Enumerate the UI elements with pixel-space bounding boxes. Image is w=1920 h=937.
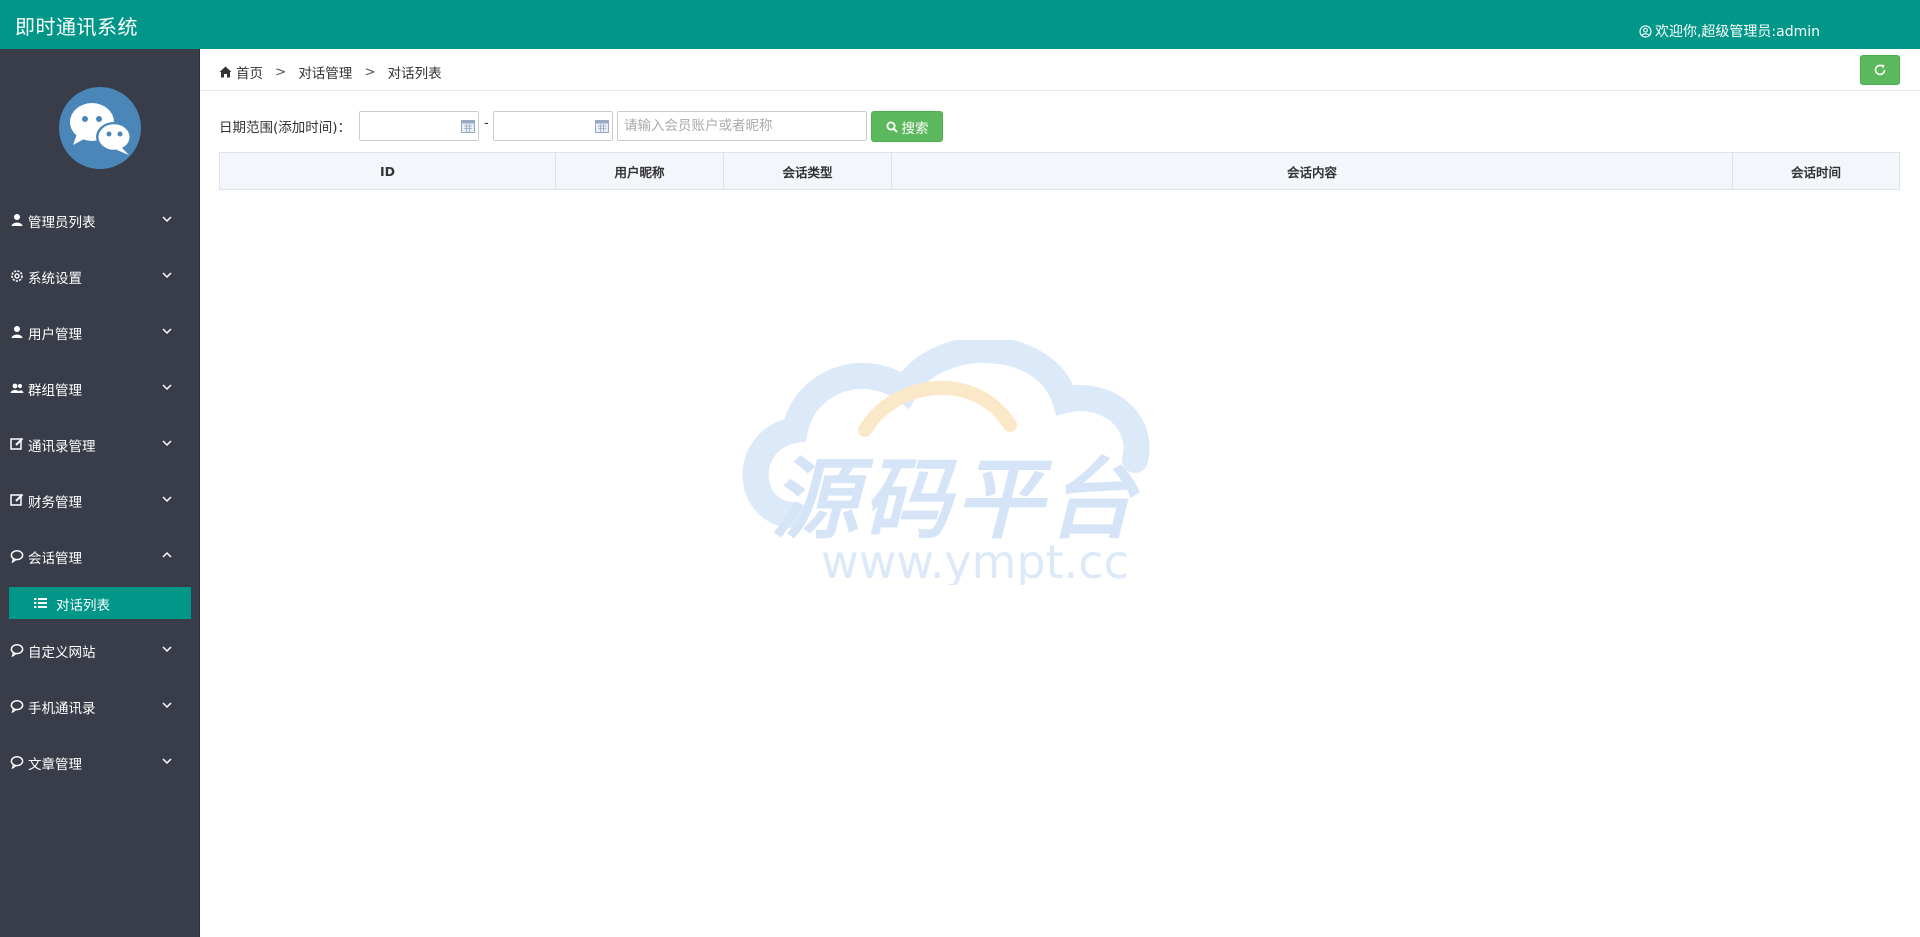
breadcrumb-separator: >	[364, 64, 376, 80]
table-header-row: ID 用户昵称 会话类型 会话内容 会话时间	[219, 152, 1900, 190]
home-icon	[219, 66, 232, 78]
column-header-nickname[interactable]: 用户昵称	[555, 152, 724, 190]
sidebar-item-label: 手机通讯录	[28, 701, 96, 717]
breadcrumb-item-home[interactable]: 首页	[236, 62, 263, 82]
chevron-down-icon	[162, 328, 172, 335]
sidebar-item-session-management[interactable]: 会话管理	[0, 536, 199, 576]
sidebar-item-custom-website[interactable]: 自定义网站	[0, 630, 199, 670]
sidebar-item-label: 通讯录管理	[28, 439, 96, 455]
breadcrumb: 首页 > 对话管理 > 对话列表	[219, 62, 442, 82]
column-header-session-time[interactable]: 会话时间	[1732, 152, 1900, 190]
sidebar-item-label: 自定义网站	[28, 645, 96, 661]
column-header-session-type[interactable]: 会话类型	[723, 152, 892, 190]
breadcrumb-item[interactable]: 对话管理	[298, 62, 352, 82]
column-header-session-content[interactable]: 会话内容	[891, 152, 1733, 190]
chevron-down-icon	[162, 758, 172, 765]
chevron-up-icon	[162, 551, 172, 558]
chevron-down-icon	[162, 702, 172, 709]
sidebar-item-group-management[interactable]: 群组管理	[0, 368, 199, 408]
user-icon	[11, 214, 23, 226]
chat-bubbles-icon	[59, 87, 141, 169]
column-header-id[interactable]: ID	[219, 152, 556, 190]
top-header: 即时通讯系统 欢迎你,超级管理员:admin	[0, 0, 1920, 49]
welcome-text: 欢迎你,超级管理员:admin	[1654, 24, 1820, 40]
sidebar-subitem-conversation-list[interactable]: 对话列表	[9, 587, 191, 619]
watermark-url: www.ympt.cc	[821, 535, 1129, 585]
sidebar-item-label: 文章管理	[28, 757, 82, 773]
comment-icon	[10, 756, 24, 769]
search-input[interactable]	[617, 111, 867, 141]
chevron-down-icon	[162, 216, 172, 223]
sidebar-subitem-label: 对话列表	[56, 598, 110, 614]
search-icon	[886, 121, 898, 133]
date-range-label: 日期范围(添加时间)：	[219, 120, 352, 136]
comment-icon	[10, 550, 24, 563]
sidebar-item-user-management[interactable]: 用户管理	[0, 312, 199, 352]
comment-icon	[10, 644, 24, 657]
sidebar-item-finance-management[interactable]: 财务管理	[0, 480, 199, 520]
watermark-logo: 源码平台 www.ympt.cc	[742, 340, 1150, 585]
sidebar-item-label: 群组管理	[28, 383, 82, 399]
sidebar-item-label: 财务管理	[28, 495, 82, 511]
refresh-icon	[1874, 64, 1886, 76]
sidebar-item-contacts-management[interactable]: 通讯录管理	[0, 424, 199, 464]
refresh-button[interactable]	[1860, 55, 1900, 85]
search-button[interactable]: 搜索	[871, 111, 943, 142]
user-icon	[11, 326, 23, 338]
edit-icon	[10, 493, 24, 506]
sidebar-item-admin-list[interactable]: 管理员列表	[0, 200, 199, 240]
chevron-down-icon	[162, 272, 172, 279]
sidebar-item-article-management[interactable]: 文章管理	[0, 742, 199, 782]
sidebar-item-label: 管理员列表	[28, 215, 96, 231]
sidebar-item-mobile-contacts[interactable]: 手机通讯录	[0, 686, 199, 726]
users-icon	[10, 383, 24, 393]
date-range-separator: -	[484, 116, 489, 131]
sidebar-item-label: 用户管理	[28, 327, 82, 343]
user-menu[interactable]: 欢迎你,超级管理员:admin	[1639, 21, 1820, 41]
calendar-icon	[461, 120, 475, 133]
chevron-down-icon	[162, 440, 172, 447]
chevron-down-icon	[162, 646, 172, 653]
breadcrumb-item-current: 对话列表	[387, 66, 442, 82]
breadcrumb-separator: >	[275, 64, 287, 80]
start-date-input[interactable]	[359, 111, 479, 141]
gear-icon	[11, 270, 23, 282]
sidebar-item-label: 系统设置	[28, 271, 82, 287]
conversation-table: ID 用户昵称 会话类型 会话内容 会话时间	[219, 152, 1900, 190]
app-title: 即时通讯系统	[15, 15, 138, 39]
chevron-down-icon	[162, 384, 172, 391]
breadcrumb-bar: 首页 > 对话管理 > 对话列表	[200, 49, 1920, 91]
end-date-input[interactable]	[493, 111, 613, 141]
edit-icon	[10, 437, 24, 450]
chevron-down-icon	[162, 496, 172, 503]
user-circle-icon	[1639, 24, 1652, 38]
sidebar-item-label: 会话管理	[28, 551, 82, 567]
comment-icon	[10, 700, 24, 713]
calendar-icon	[595, 120, 609, 133]
sidebar-item-system-settings[interactable]: 系统设置	[0, 256, 199, 296]
search-button-label: 搜索	[901, 120, 929, 137]
list-icon	[34, 598, 47, 608]
